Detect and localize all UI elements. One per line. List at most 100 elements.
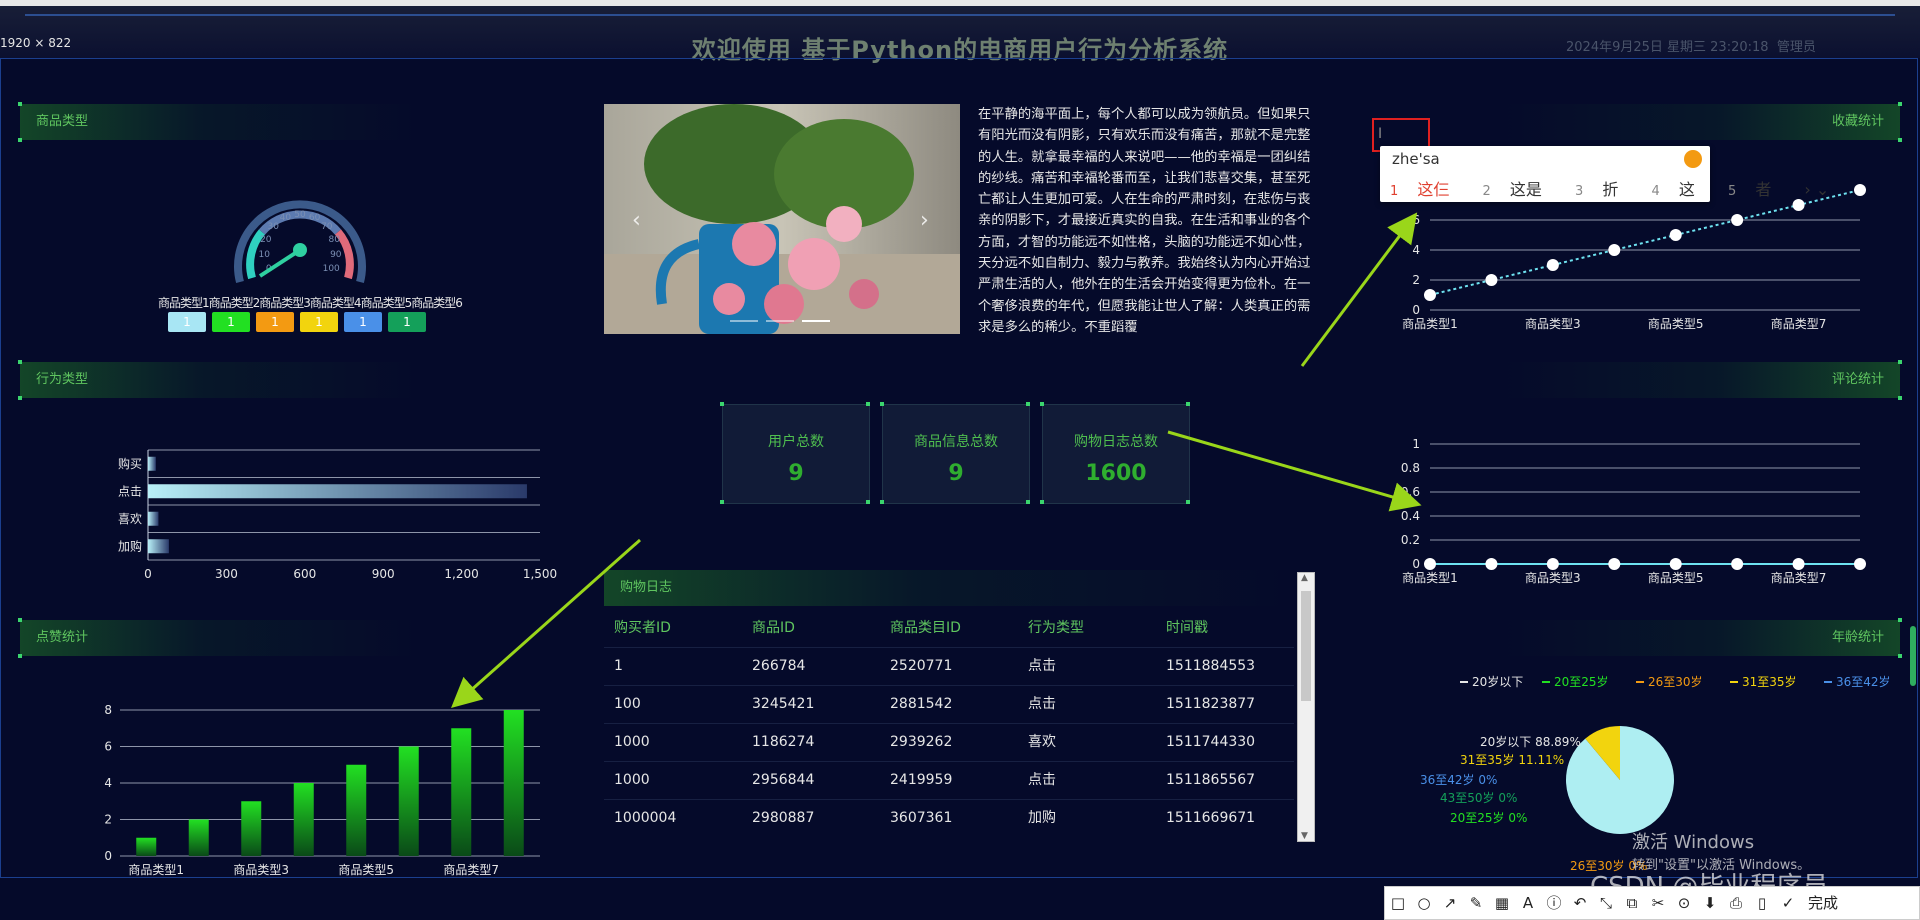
table-cell: 1511884553: [1166, 658, 1256, 674]
bar: [293, 783, 314, 856]
done-button[interactable]: 完成: [1801, 887, 1845, 919]
bar: [136, 837, 157, 856]
column-header[interactable]: 商品类目ID: [880, 610, 1018, 647]
corner-dot: [1186, 500, 1190, 504]
download-icon[interactable]: ⬇: [1697, 887, 1723, 919]
ime-logo-icon[interactable]: [1684, 150, 1702, 168]
carousel-image[interactable]: [604, 104, 960, 334]
corner-dot: [1898, 396, 1902, 400]
browser-strip: [0, 0, 1920, 6]
table-cell: 1511669671: [1166, 810, 1256, 826]
y-tick-label: 购买: [118, 456, 142, 471]
stat-label: 商品信息总数: [914, 434, 998, 450]
undo-icon[interactable]: ↶: [1567, 887, 1593, 919]
behavior-bar-chart: 购买点击喜欢加购0 300 600 900 1,200 1,500: [118, 449, 557, 581]
ime-more-button[interactable]: › ⌄: [1804, 180, 1829, 199]
comment-line-chart: 0 0.2 0.4 0.6 0.8 1 商品类型1 商品类型3 商品类型5 商品类型7: [1401, 437, 1866, 585]
y-tick-label: 加购: [118, 538, 142, 553]
column-header[interactable]: 购买者ID: [604, 610, 742, 647]
table-cell: 点击: [1028, 658, 1056, 674]
carousel-prev-button[interactable]: ‹: [632, 208, 641, 233]
scroll-up-arrow[interactable]: ▲: [1301, 573, 1308, 583]
corner-dot: [720, 402, 724, 406]
ime-composition: zhe'sa: [1392, 150, 1440, 168]
close-icon[interactable]: ▯: [1749, 887, 1775, 919]
ime-candidate[interactable]: 2 这是: [1482, 180, 1555, 199]
long-screenshot-icon[interactable]: ⤡: [1593, 887, 1619, 919]
gauge-legend-item[interactable]: 商品类型5: [361, 296, 413, 310]
gauge-legend-item[interactable]: 商品类型3: [259, 296, 311, 310]
candidate-number: 4: [1651, 184, 1660, 199]
stat-card-users: 用户总数 9: [722, 404, 870, 504]
data-point: [1731, 214, 1744, 226]
table-row[interactable]: 1000 1186274 2939262 喜欢 1511744330: [604, 723, 1294, 761]
table-row[interactable]: 100 3245421 2881542 点击 1511823877: [604, 685, 1294, 723]
gauge-tick-label: 20: [260, 235, 272, 245]
corner-dot: [866, 500, 870, 504]
ime-candidate-window[interactable]: zhe'sa 1 这仨 2 这是 3 折 4 这 5 者 › ⌄: [1380, 146, 1829, 202]
pie-label: 43至50岁 0%: [1440, 790, 1517, 805]
pin-icon[interactable]: ⧉: [1619, 887, 1645, 919]
table-scrollbar[interactable]: ▲ ▼: [1297, 572, 1315, 842]
panel-title: 商品类型: [36, 114, 89, 129]
gauge-value-box: 1: [168, 312, 206, 332]
gauge-legend-item[interactable]: 商品类型6: [411, 296, 463, 310]
x-tick-label: 商品类型5: [338, 862, 394, 877]
scrollbar-thumb[interactable]: [1301, 591, 1311, 701]
corner-dot: [1040, 500, 1044, 504]
column-header[interactable]: 商品ID: [742, 610, 880, 647]
gauge-legend-item[interactable]: 商品类型2: [209, 296, 261, 310]
page-scroll-indicator[interactable]: [1910, 626, 1916, 686]
x-tick-label: 1,500: [523, 567, 557, 581]
ime-candidate[interactable]: 1 这仨: [1390, 180, 1463, 199]
ellipse-tool-icon[interactable]: ○: [1411, 887, 1437, 919]
corner-dot: [1898, 102, 1902, 106]
gauge-legend-item[interactable]: 商品类型4: [310, 296, 362, 310]
gauge-legend-item[interactable]: 商品类型1: [158, 296, 210, 310]
ime-candidate[interactable]: 5 者: [1728, 180, 1785, 199]
carousel-indicator-active[interactable]: [802, 320, 830, 322]
data-point: [1424, 558, 1436, 570]
table-row[interactable]: 1 266784 2520771 点击 1511884553: [604, 647, 1294, 685]
carousel-indicator[interactable]: [730, 320, 758, 322]
gauge-tick-label: 10: [258, 250, 270, 260]
panel-title: 行为类型: [36, 372, 89, 387]
legend-label: 20岁以下: [1472, 674, 1523, 689]
column-header[interactable]: 时间戳: [1156, 610, 1294, 647]
carousel-next-button[interactable]: ›: [920, 208, 929, 233]
arrow-tool-icon[interactable]: ↗: [1437, 887, 1463, 919]
print-icon[interactable]: ⎙: [1723, 887, 1749, 919]
user-label[interactable]: 管理员: [1777, 40, 1816, 55]
bar: [148, 511, 159, 526]
bar: [188, 819, 209, 856]
y-tick-label: 2: [1412, 273, 1420, 287]
mosaic-tool-icon[interactable]: ▦: [1489, 887, 1515, 919]
carousel-indicator[interactable]: [766, 320, 794, 322]
panel-header-like-stats: 点赞统计: [20, 620, 420, 656]
table-row[interactable]: 1000 2956844 2419959 点击 1511865567: [604, 761, 1294, 799]
record-icon[interactable]: ⊙: [1671, 887, 1697, 919]
ime-candidate[interactable]: 3 折: [1575, 180, 1632, 199]
confirm-icon[interactable]: ✓: [1775, 887, 1801, 919]
corner-dot: [18, 618, 22, 622]
pie-label: 20至25岁 0%: [1450, 810, 1527, 825]
gauge-tick-label: 70: [321, 222, 333, 232]
column-header[interactable]: 行为类型: [1018, 610, 1156, 647]
pen-tool-icon[interactable]: ✎: [1463, 887, 1489, 919]
panel-title: 收藏统计: [1831, 114, 1884, 129]
table-row[interactable]: 1000004 2980887 3607361 加购 1511669671: [604, 799, 1294, 837]
gauge-tick-label: 30: [267, 222, 279, 232]
ime-candidate[interactable]: 4 这: [1651, 180, 1708, 199]
rect-tool-icon[interactable]: □: [1385, 887, 1411, 919]
gauge-tick-label: 50: [294, 210, 306, 220]
y-tick-label: 6: [104, 740, 112, 754]
scroll-down-arrow[interactable]: ▼: [1301, 831, 1308, 841]
like-bar-chart: 0 2 4 6 8 商品类型1 商品类型3 商品类型5 商品类型7: [104, 703, 540, 877]
x-tick-label: 商品类型5: [1648, 570, 1704, 585]
table-cell: 2520771: [890, 658, 953, 674]
cut-icon[interactable]: ✂: [1645, 887, 1671, 919]
pie-label: 31至35岁 11.11%: [1460, 752, 1564, 767]
number-tool-icon[interactable]: ⓘ: [1541, 887, 1567, 919]
text-tool-icon[interactable]: A: [1515, 887, 1541, 919]
x-tick-label: 商品类型1: [128, 862, 184, 877]
